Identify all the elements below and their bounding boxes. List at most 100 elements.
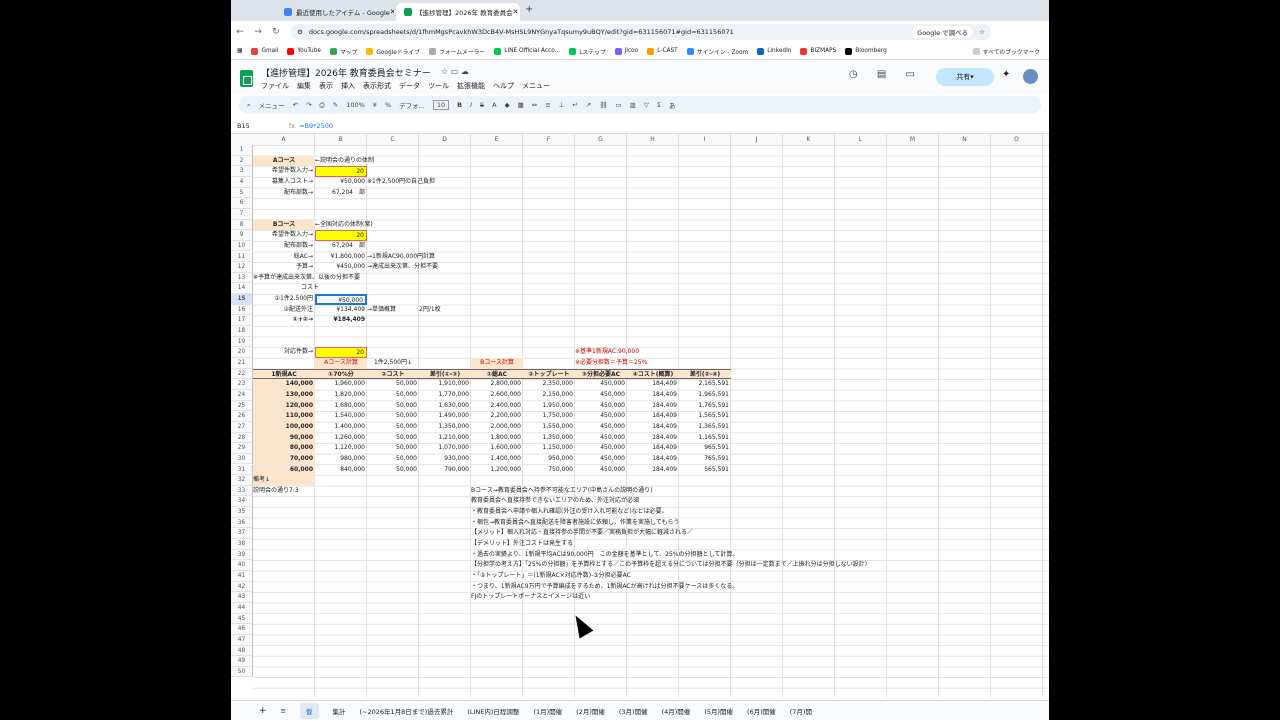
table-cell[interactable]: 50,000: [367, 411, 419, 422]
sheet-tab[interactable]: (4月)開催: [662, 706, 691, 716]
table-cell[interactable]: 110,000: [253, 411, 315, 422]
row-header[interactable]: 29: [231, 443, 253, 454]
bold-icon[interactable]: B: [457, 101, 462, 109]
document-title[interactable]: 【進捗管理】2026年 教育委員会セミナー: [261, 66, 431, 79]
table-cell[interactable]: 1,200,000: [471, 465, 523, 476]
cell-note[interactable]: →達成出来次第、分担不要: [367, 262, 523, 273]
table-cell[interactable]: 2,165,591: [679, 379, 731, 390]
cell-value[interactable]: ¥134,409: [315, 305, 367, 316]
row-header[interactable]: 9: [231, 230, 253, 241]
table-cell[interactable]: 1,965,591: [679, 390, 731, 401]
name-box[interactable]: B15: [237, 122, 285, 130]
cell-label[interactable]: 募集人コスト→: [253, 177, 315, 188]
table-cell[interactable]: 980,000: [315, 454, 367, 465]
menu-file[interactable]: ファイル: [261, 81, 289, 91]
note-line[interactable]: 教育委員会へ直接持参できないエリアのため、外注対応が必須: [471, 496, 991, 507]
cell-label[interactable]: 配布部数→: [253, 241, 315, 252]
row-header[interactable]: 6: [231, 198, 253, 209]
close-icon[interactable]: ✕: [513, 8, 519, 16]
column-header[interactable]: O: [991, 134, 1043, 145]
share-button[interactable]: 共有 ▾: [936, 68, 994, 86]
cell-input[interactable]: 20: [315, 166, 367, 177]
table-header[interactable]: ②コスト: [367, 368, 419, 380]
menu-data[interactable]: データ: [399, 81, 420, 91]
row-header[interactable]: 11: [231, 251, 253, 263]
table-cell[interactable]: 1,350,000: [523, 433, 575, 444]
note-line[interactable]: ・教育委員会へ申請や梱入れ確認(外注の受け入れ可能など)などは必要。: [471, 507, 991, 518]
cell-note[interactable]: 1件2,500円↓: [367, 358, 419, 369]
row-header[interactable]: 8: [231, 219, 253, 231]
site-info-icon[interactable]: ⚙: [297, 28, 303, 36]
row-header[interactable]: 12: [231, 262, 253, 273]
table-cell[interactable]: 184,409: [627, 411, 679, 422]
menu-custom[interactable]: メニュー: [522, 81, 550, 91]
row-header[interactable]: 21: [231, 358, 253, 369]
new-tab-icon[interactable]: +: [525, 4, 533, 15]
table-cell[interactable]: 965,591: [679, 443, 731, 454]
row-header[interactable]: 40: [231, 560, 253, 571]
sheet-tab[interactable]: (3月)開催: [619, 706, 648, 716]
gemini-icon[interactable]: ✦: [1002, 69, 1010, 80]
sheet-tab-active[interactable]: 仮: [300, 703, 319, 719]
column-header[interactable]: H: [627, 134, 679, 145]
bookmark-maps[interactable]: マップ: [329, 47, 357, 56]
bookmark-gmail[interactable]: Gmail: [251, 47, 278, 55]
sheet-tab[interactable]: (6月)開催: [747, 706, 776, 716]
column-header[interactable]: J: [731, 134, 783, 145]
row-header[interactable]: 48: [231, 645, 253, 657]
sheets-logo-icon[interactable]: [240, 70, 253, 87]
row-header[interactable]: 43: [231, 592, 253, 603]
history-icon[interactable]: ◷ ▤ ▭: [849, 69, 923, 80]
row-header[interactable]: 18: [231, 326, 253, 337]
wrap-icon[interactable]: ↵: [572, 101, 577, 109]
url-field[interactable]: ⚙ docs.google.com/spreadsheets/d/1fhmMgs…: [291, 24, 991, 40]
column-header[interactable]: A: [253, 134, 315, 145]
column-header[interactable]: I: [679, 134, 731, 145]
row-header[interactable]: 2: [231, 155, 253, 167]
comment-icon[interactable]: ▭: [616, 101, 622, 109]
back-icon[interactable]: ←: [231, 27, 249, 37]
table-cell[interactable]: 50,000: [367, 465, 419, 476]
note-line[interactable]: 【デメリット】外注コストは発生する: [471, 539, 991, 550]
table-cell[interactable]: 790,000: [419, 465, 471, 476]
table-cell[interactable]: 765,591: [679, 454, 731, 465]
menu-tools[interactable]: ツール: [428, 81, 449, 91]
note-line[interactable]: FJのトップレートボーナスとイメージは近い: [471, 592, 991, 603]
table-cell[interactable]: 450,000: [575, 454, 627, 465]
table-cell[interactable]: 2,150,000: [523, 390, 575, 401]
bookmark-bizmaps[interactable]: BIZMAPS: [800, 47, 836, 55]
table-cell[interactable]: 1,400,000: [315, 422, 367, 433]
row-header[interactable]: 16: [231, 304, 253, 316]
row-header[interactable]: 28: [231, 432, 253, 444]
table-cell[interactable]: 750,000: [523, 465, 575, 476]
table-cell[interactable]: 184,409: [627, 401, 679, 412]
print-icon[interactable]: ⎙: [320, 101, 325, 110]
column-header[interactable]: C: [367, 134, 419, 145]
table-cell[interactable]: 50,000: [367, 422, 419, 433]
chart-icon[interactable]: ▥: [630, 101, 636, 109]
row-header[interactable]: 3: [231, 166, 253, 177]
undo-icon[interactable]: ↶: [293, 101, 298, 109]
tab-recent[interactable]: 最近使用したアイテム - Google ✕: [276, 3, 394, 21]
italic-icon[interactable]: I: [470, 101, 472, 109]
table-header[interactable]: ③分担必要AC: [575, 368, 627, 380]
table-cell[interactable]: 120,000: [253, 400, 315, 412]
column-header[interactable]: M: [887, 134, 939, 145]
bookmark-jicoo[interactable]: Jicoo: [614, 47, 638, 55]
row-header[interactable]: 25: [231, 400, 253, 412]
bookmark-all[interactable]: すべてのブックマーク: [972, 47, 1040, 56]
cell-note[interactable]: ※予算が達成出来次第、以後の分担不要: [253, 273, 471, 284]
row-header[interactable]: 19: [231, 336, 253, 348]
table-cell[interactable]: 1,550,000: [523, 422, 575, 433]
bookmark-youtube[interactable]: YouTube: [287, 47, 321, 55]
table-header[interactable]: 差引(①-②): [419, 368, 471, 380]
bookmark-drive[interactable]: Googleドライブ: [366, 47, 420, 56]
cell-note[interactable]: →単価概算: [367, 305, 419, 316]
percent-button[interactable]: %: [385, 101, 391, 109]
row-header[interactable]: 27: [231, 421, 253, 433]
table-cell[interactable]: 1,210,000: [419, 433, 471, 444]
note-line[interactable]: Bコース→教育委員会へ持参不可能なエリア(中島さんの説明の通り): [471, 486, 991, 497]
column-header[interactable]: B: [315, 134, 367, 145]
cell-note[interactable]: ※1件2,500円の自己負担: [367, 177, 523, 188]
table-cell[interactable]: 60,000: [253, 464, 315, 476]
